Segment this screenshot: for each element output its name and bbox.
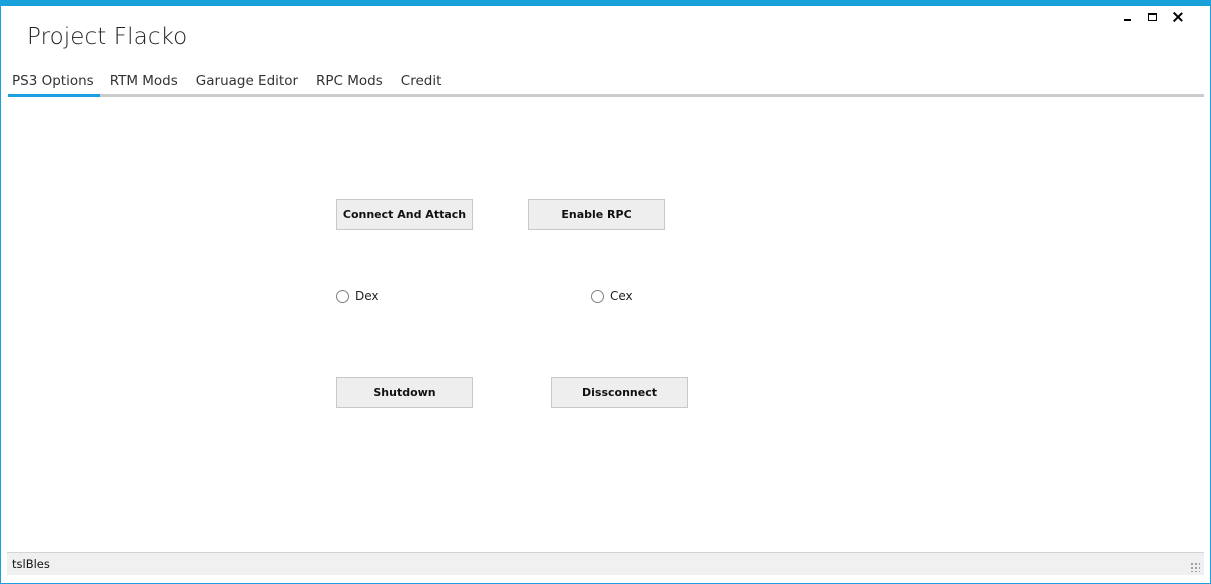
- tab-ps3-options[interactable]: PS3 Options: [8, 70, 108, 98]
- minimize-button[interactable]: [1115, 9, 1140, 25]
- minimize-icon: [1124, 19, 1131, 21]
- tab-garuage-editor[interactable]: Garuage Editor: [192, 70, 302, 98]
- radio-dex-label: Dex: [355, 289, 379, 303]
- disconnect-button[interactable]: Dissconnect: [551, 377, 688, 408]
- maximize-button[interactable]: [1140, 9, 1165, 25]
- radio-cex[interactable]: Cex: [591, 289, 633, 303]
- shutdown-button[interactable]: Shutdown: [336, 377, 473, 408]
- status-label: tslBles: [12, 557, 50, 571]
- close-button[interactable]: [1165, 9, 1190, 25]
- tab-bar: PS3 Options RTM Mods Garuage Editor RPC …: [8, 70, 455, 98]
- resize-grip-icon[interactable]: [1190, 562, 1200, 572]
- close-icon: [1173, 12, 1183, 22]
- window-controls: [1115, 9, 1190, 25]
- app-title: Project Flacko: [27, 24, 188, 50]
- main-window: Project Flacko PS3 Options RTM Mods Garu…: [0, 0, 1211, 584]
- window-accent-bar: [1, 0, 1211, 6]
- status-bar: tslBles: [7, 552, 1204, 575]
- tab-rpc-mods[interactable]: RPC Mods: [312, 70, 387, 98]
- connect-and-attach-button[interactable]: Connect And Attach: [336, 199, 473, 230]
- tab-credit[interactable]: Credit: [397, 70, 446, 98]
- tab-rtm-mods[interactable]: RTM Mods: [108, 70, 182, 98]
- radio-cex-circle[interactable]: [591, 289, 604, 303]
- radio-dex[interactable]: Dex: [336, 289, 379, 303]
- radio-cex-label: Cex: [610, 289, 633, 303]
- enable-rpc-button[interactable]: Enable RPC: [528, 199, 665, 230]
- radio-dex-circle[interactable]: [336, 289, 349, 303]
- maximize-icon: [1148, 13, 1157, 21]
